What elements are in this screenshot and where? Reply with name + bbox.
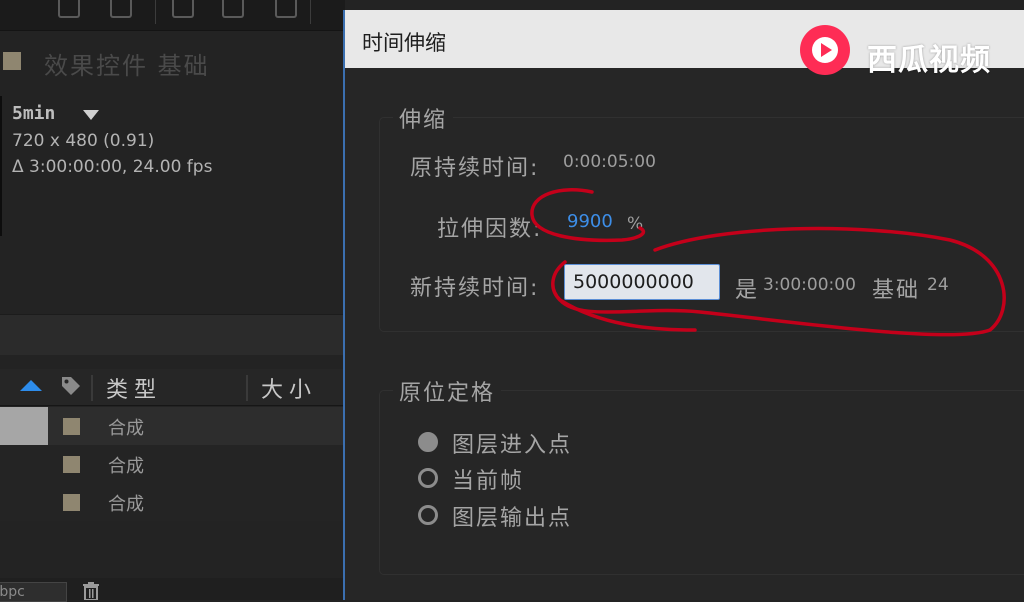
new-duration-field[interactable]: 5000000000 <box>564 264 720 300</box>
watermark-logo <box>800 25 850 75</box>
sort-ascending-icon[interactable] <box>20 380 42 391</box>
stretch-factor-unit: % <box>627 214 644 234</box>
watermark-text: 西瓜视频 <box>867 43 991 78</box>
comp-name: 5min <box>12 103 56 124</box>
hold-in-place-label: 原位定格 <box>393 375 502 407</box>
play-icon <box>812 37 838 63</box>
tag-icon[interactable] <box>60 375 82 397</box>
item-type: 合成 <box>108 494 144 515</box>
radio-button[interactable] <box>418 505 438 525</box>
is-value: 3:00:00:00 <box>763 275 856 295</box>
toolbar-divider <box>155 0 156 24</box>
tool-pen-icon[interactable] <box>222 0 244 18</box>
panel-color-swatch <box>3 52 21 70</box>
trash-icon[interactable] <box>80 582 102 600</box>
radio-button[interactable] <box>418 468 438 488</box>
toolbar-divider <box>310 0 311 24</box>
bpc-label: 8 bpc <box>0 584 25 600</box>
panel-title[interactable]: 效果控件 基础 <box>44 46 210 81</box>
base-label: 基础 <box>872 278 921 303</box>
label-color-swatch[interactable] <box>63 494 80 511</box>
column-header-size[interactable]: 大小 <box>261 372 317 404</box>
radio-button[interactable] <box>418 432 438 452</box>
comp-thumbnail <box>0 96 2 236</box>
radio-label: 图层输出点 <box>452 506 573 531</box>
original-duration-value: 0:00:05:00 <box>563 152 656 172</box>
stretch-factor-input[interactable]: 9900 <box>567 211 613 232</box>
radio-label: 图层进入点 <box>452 433 573 458</box>
tool-zoom-icon[interactable] <box>110 0 132 18</box>
stretch-group-label: 伸缩 <box>393 102 454 134</box>
label-color-swatch[interactable] <box>63 418 80 435</box>
is-label: 是 <box>735 278 760 303</box>
new-duration-label: 新持续时间: <box>410 276 540 301</box>
radio-label: 当前帧 <box>452 469 525 494</box>
tool-text-icon[interactable] <box>275 0 297 18</box>
chevron-down-icon[interactable] <box>83 110 99 120</box>
selection-highlight <box>0 407 48 445</box>
toolbar <box>0 0 345 31</box>
column-divider[interactable] <box>246 375 248 401</box>
column-divider[interactable] <box>91 375 93 401</box>
comp-resolution: 720 x 480 (0.91) <box>12 131 155 151</box>
list-item[interactable]: 合成 <box>0 407 345 445</box>
original-duration-label: 原持续时间: <box>410 156 540 181</box>
base-value: 24 <box>927 275 949 295</box>
label-color-swatch[interactable] <box>63 456 80 473</box>
item-type: 合成 <box>108 456 144 477</box>
comp-duration-fps: Δ 3:00:00:00, 24.00 fps <box>12 157 213 177</box>
list-item[interactable]: 合成 <box>0 483 345 521</box>
item-type: 合成 <box>108 418 144 439</box>
project-search-bar[interactable] <box>0 314 345 355</box>
tool-hand-icon[interactable] <box>58 0 80 18</box>
bpc-button[interactable]: 8 bpc <box>0 582 67 602</box>
list-item[interactable]: 合成 <box>0 445 345 483</box>
dialog-title-bar[interactable]: 时间伸缩 西瓜视频 <box>345 10 1024 78</box>
time-stretch-dialog: 时间伸缩 西瓜视频 伸缩 原持续时间: 0:00:05:00 拉伸因数: 990… <box>343 10 1024 600</box>
dialog-title: 时间伸缩 <box>362 31 446 55</box>
column-header-type[interactable]: 类型 <box>106 372 162 404</box>
tool-rectangle-icon[interactable] <box>172 0 194 18</box>
stretch-factor-label: 拉伸因数: <box>437 217 543 242</box>
